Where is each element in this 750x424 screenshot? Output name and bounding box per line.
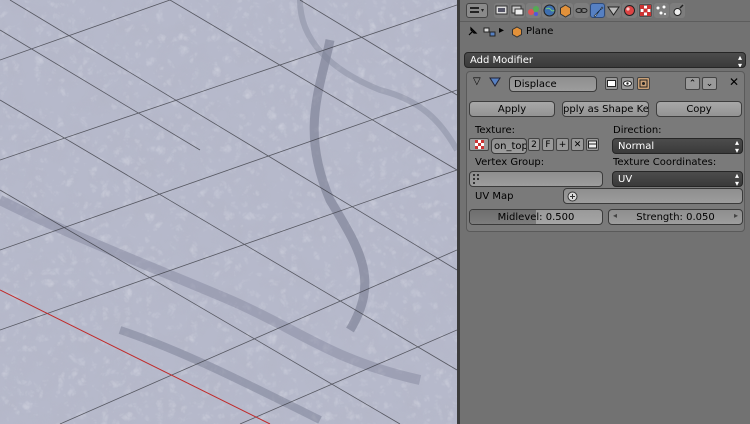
pin-icon[interactable] (466, 26, 478, 38)
unlink-texture-button[interactable]: ✕ (571, 138, 584, 151)
material-icon[interactable] (622, 3, 637, 18)
constraints-icon[interactable] (574, 3, 589, 18)
texture-name-field[interactable]: on_topo (491, 138, 527, 154)
dropdown-arrows-icon: ▴ ▾ (734, 138, 739, 154)
texture-settings-button[interactable] (586, 138, 599, 151)
texture-name-text: on_topo (494, 140, 526, 152)
apply-shape-key-label: Apply as Shape Key (563, 103, 649, 115)
modifiers-icon[interactable] (590, 3, 605, 18)
render-layers-icon[interactable] (510, 3, 525, 18)
collapse-triangle-icon[interactable]: ▽ (473, 76, 481, 87)
editmode-toggle-icon[interactable] (637, 77, 650, 90)
apply-button[interactable]: Apply (469, 101, 555, 117)
dropdown-arrows-icon: ▴ ▾ (734, 171, 739, 187)
physics-icon[interactable] (670, 3, 685, 18)
data-icon[interactable] (606, 3, 621, 18)
scene-icon[interactable] (526, 3, 541, 18)
object-icon[interactable] (558, 3, 573, 18)
texture-label: Texture: (475, 125, 515, 136)
move-up-button[interactable]: ⌃ (685, 77, 700, 90)
texture-coordinates-label: Texture Coordinates: (613, 157, 717, 168)
terrain-render (0, 0, 457, 424)
render-icon[interactable] (494, 3, 509, 18)
displace-modifier-icon (489, 77, 501, 87)
properties-editor-icon[interactable] (466, 3, 488, 18)
properties-tab-bar (460, 0, 750, 22)
vertex-group-label: Vertex Group: (475, 157, 545, 168)
vertex-group-field[interactable] (469, 171, 603, 187)
uv-map-icon (567, 191, 578, 201)
plus-icon: + (558, 139, 567, 150)
displace-modifier-panel: ▽ Displace ⌃ ⌄ ✕ Apply Apply as Shape Ke… (466, 71, 745, 232)
modifier-name-field[interactable]: Displace (509, 76, 597, 92)
close-icon[interactable]: ✕ (729, 75, 739, 89)
texture-coordinates-dropdown[interactable]: UV ▴ ▾ (612, 171, 743, 187)
texture-browse-button[interactable] (469, 138, 489, 151)
direction-value: Normal (618, 140, 655, 152)
midlevel-value: Midlevel: 0.500 (497, 211, 575, 223)
direction-label: Direction: (613, 125, 662, 136)
chevron-down-icon: ⌄ (705, 78, 714, 89)
midlevel-slider[interactable]: Midlevel: 0.500 (469, 209, 603, 225)
strength-field[interactable]: ◂ Strength: 0.050 ▸ (608, 209, 743, 225)
3d-viewport[interactable] (0, 0, 457, 424)
render-toggle-icon[interactable] (605, 77, 618, 90)
close-icon: ✕ (573, 139, 582, 150)
breadcrumb: ▸ Plane (460, 23, 750, 43)
add-modifier-label: Add Modifier (470, 54, 533, 66)
modifier-name-text: Displace (514, 78, 557, 90)
viewport-toggle-icon[interactable] (621, 77, 634, 90)
object-name: Plane (526, 26, 554, 37)
new-texture-button[interactable]: + (556, 138, 569, 151)
uv-map-field[interactable] (563, 188, 743, 204)
chevron-up-icon: ⌃ (688, 78, 697, 89)
copy-label: Copy (686, 103, 712, 115)
copy-button[interactable]: Copy (656, 101, 742, 117)
texture-coordinates-value: UV (618, 173, 633, 185)
dropdown-arrows-icon: ▴ ▾ (737, 53, 742, 68)
texture-icon[interactable] (638, 3, 653, 18)
world-icon[interactable] (542, 3, 557, 18)
increment-arrow-icon[interactable]: ▸ (734, 211, 738, 220)
particles-icon[interactable] (654, 3, 669, 18)
object-icon (512, 26, 522, 38)
move-down-button[interactable]: ⌄ (702, 77, 717, 90)
strength-value: Strength: 0.050 (636, 211, 715, 223)
apply-label: Apply (497, 103, 527, 115)
add-modifier-dropdown[interactable]: Add Modifier ▴ ▾ (464, 52, 746, 68)
properties-panel: ▸ Plane Add Modifier ▴ ▾ ▽ Displace ⌃ ⌄ … (460, 0, 750, 424)
fake-user-text: F (545, 139, 551, 150)
vertex-group-icon (473, 174, 479, 184)
texture-users-button[interactable]: 2 (528, 138, 540, 151)
uv-map-label: UV Map (475, 191, 514, 202)
apply-shape-key-button[interactable]: Apply as Shape Key (562, 101, 649, 117)
texture-users-text: 2 (531, 139, 537, 150)
texture-panel-icon (588, 140, 597, 149)
direction-dropdown[interactable]: Normal ▴ ▾ (612, 138, 743, 154)
chevron-right-icon: ▸ (499, 25, 505, 36)
fake-user-button[interactable]: F (542, 138, 554, 151)
decrement-arrow-icon[interactable]: ◂ (613, 211, 617, 220)
scene-icon (483, 27, 496, 37)
